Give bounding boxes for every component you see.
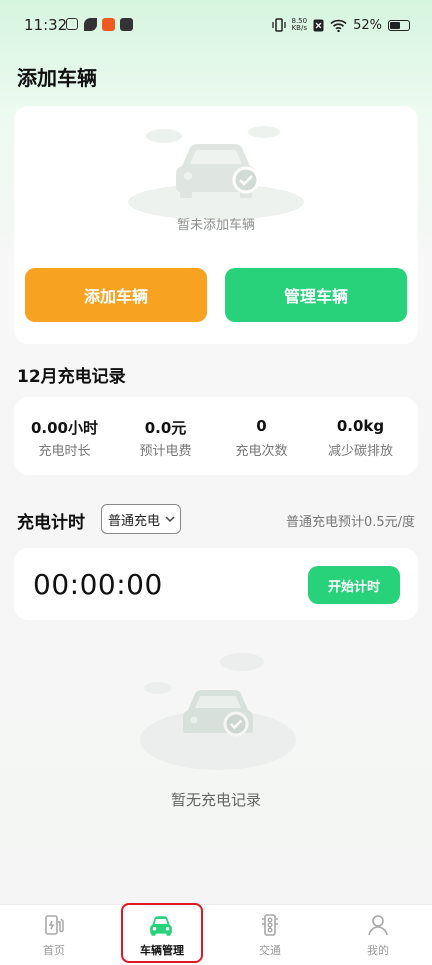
stats-card: 0.00小时 充电时长 0.0元 预计电费 0 充电次数 0.0kg 减少碳排放	[14, 397, 418, 475]
tab-label: 交通	[259, 944, 281, 957]
stat-carbon: 0.0kg 减少碳排放	[310, 397, 411, 475]
wifi-icon	[330, 19, 347, 32]
tab-label: 首页	[43, 944, 65, 957]
timer-card: 00:00:00 开始计时	[14, 548, 418, 620]
stat-duration: 0.00小时 充电时长	[14, 397, 115, 475]
leaf-app-icon	[84, 18, 97, 31]
mail-app-icon	[120, 18, 133, 31]
empty-car-illustration-icon	[128, 126, 304, 220]
price-note: 普通充电预计0.5元/度	[285, 515, 415, 530]
no-records-text: 暂无充电记录	[170, 791, 261, 809]
stat-value: 0	[256, 417, 267, 435]
no-vehicle-text: 暂未添加车辆	[176, 218, 255, 233]
charge-mode-value: 普通充电	[108, 513, 161, 529]
tab-label: 我的	[367, 944, 389, 957]
page-title: 添加车辆	[17, 66, 97, 90]
bottom-tab-bar: 首页 车辆管理 交通 我的	[0, 904, 432, 965]
notification-icon	[66, 18, 78, 30]
charging-station-icon	[45, 915, 64, 935]
stat-value: 0.00小时	[30, 419, 98, 437]
tab-traffic[interactable]: 交通	[216, 905, 324, 965]
stat-label: 预计电费	[139, 444, 192, 459]
charge-mode-select[interactable]: 普通充电	[101, 504, 181, 534]
add-vehicle-button[interactable]: 添加车辆	[25, 268, 207, 322]
timer-title: 充电计时	[17, 513, 85, 533]
manage-vehicle-button[interactable]: 管理车辆	[225, 268, 407, 322]
battery-icon	[388, 19, 410, 31]
add-vehicle-card: 暂未添加车辆 添加车辆 管理车辆	[14, 106, 418, 344]
status-right: 8.50 KB/s 52%	[271, 15, 410, 35]
stat-label: 减少碳排放	[327, 444, 393, 459]
tab-home[interactable]: 首页	[0, 905, 108, 965]
start-timer-button[interactable]: 开始计时	[308, 566, 400, 604]
chevron-down-icon	[165, 516, 175, 523]
person-icon	[368, 915, 388, 936]
battery-percent: 52%	[353, 17, 382, 33]
stat-cost: 0.0元 预计电费	[115, 397, 216, 475]
stat-count: 0 充电次数	[211, 397, 312, 475]
status-time: 11:32	[24, 16, 68, 34]
stat-label: 充电次数	[235, 444, 288, 459]
traffic-light-icon	[262, 914, 278, 936]
net-speed: 8.50 KB/s	[292, 18, 308, 32]
tab-me[interactable]: 我的	[324, 905, 432, 965]
highlight-box	[121, 903, 203, 963]
status-bar: 11:32 8.50 KB/s 52%	[0, 0, 432, 50]
shopping-app-icon	[102, 18, 115, 31]
timer-display: 00:00:00	[33, 568, 163, 601]
stat-label: 充电时长	[38, 444, 91, 459]
stat-value: 0.0kg	[336, 417, 385, 435]
records-title: 12月充电记录	[17, 367, 126, 387]
vibrate-icon	[271, 18, 286, 32]
empty-records-illustration-icon	[140, 653, 296, 770]
net-speed-unit: KB/s	[291, 24, 307, 32]
sim-icon	[313, 19, 324, 31]
stat-value: 0.0元	[144, 419, 187, 437]
